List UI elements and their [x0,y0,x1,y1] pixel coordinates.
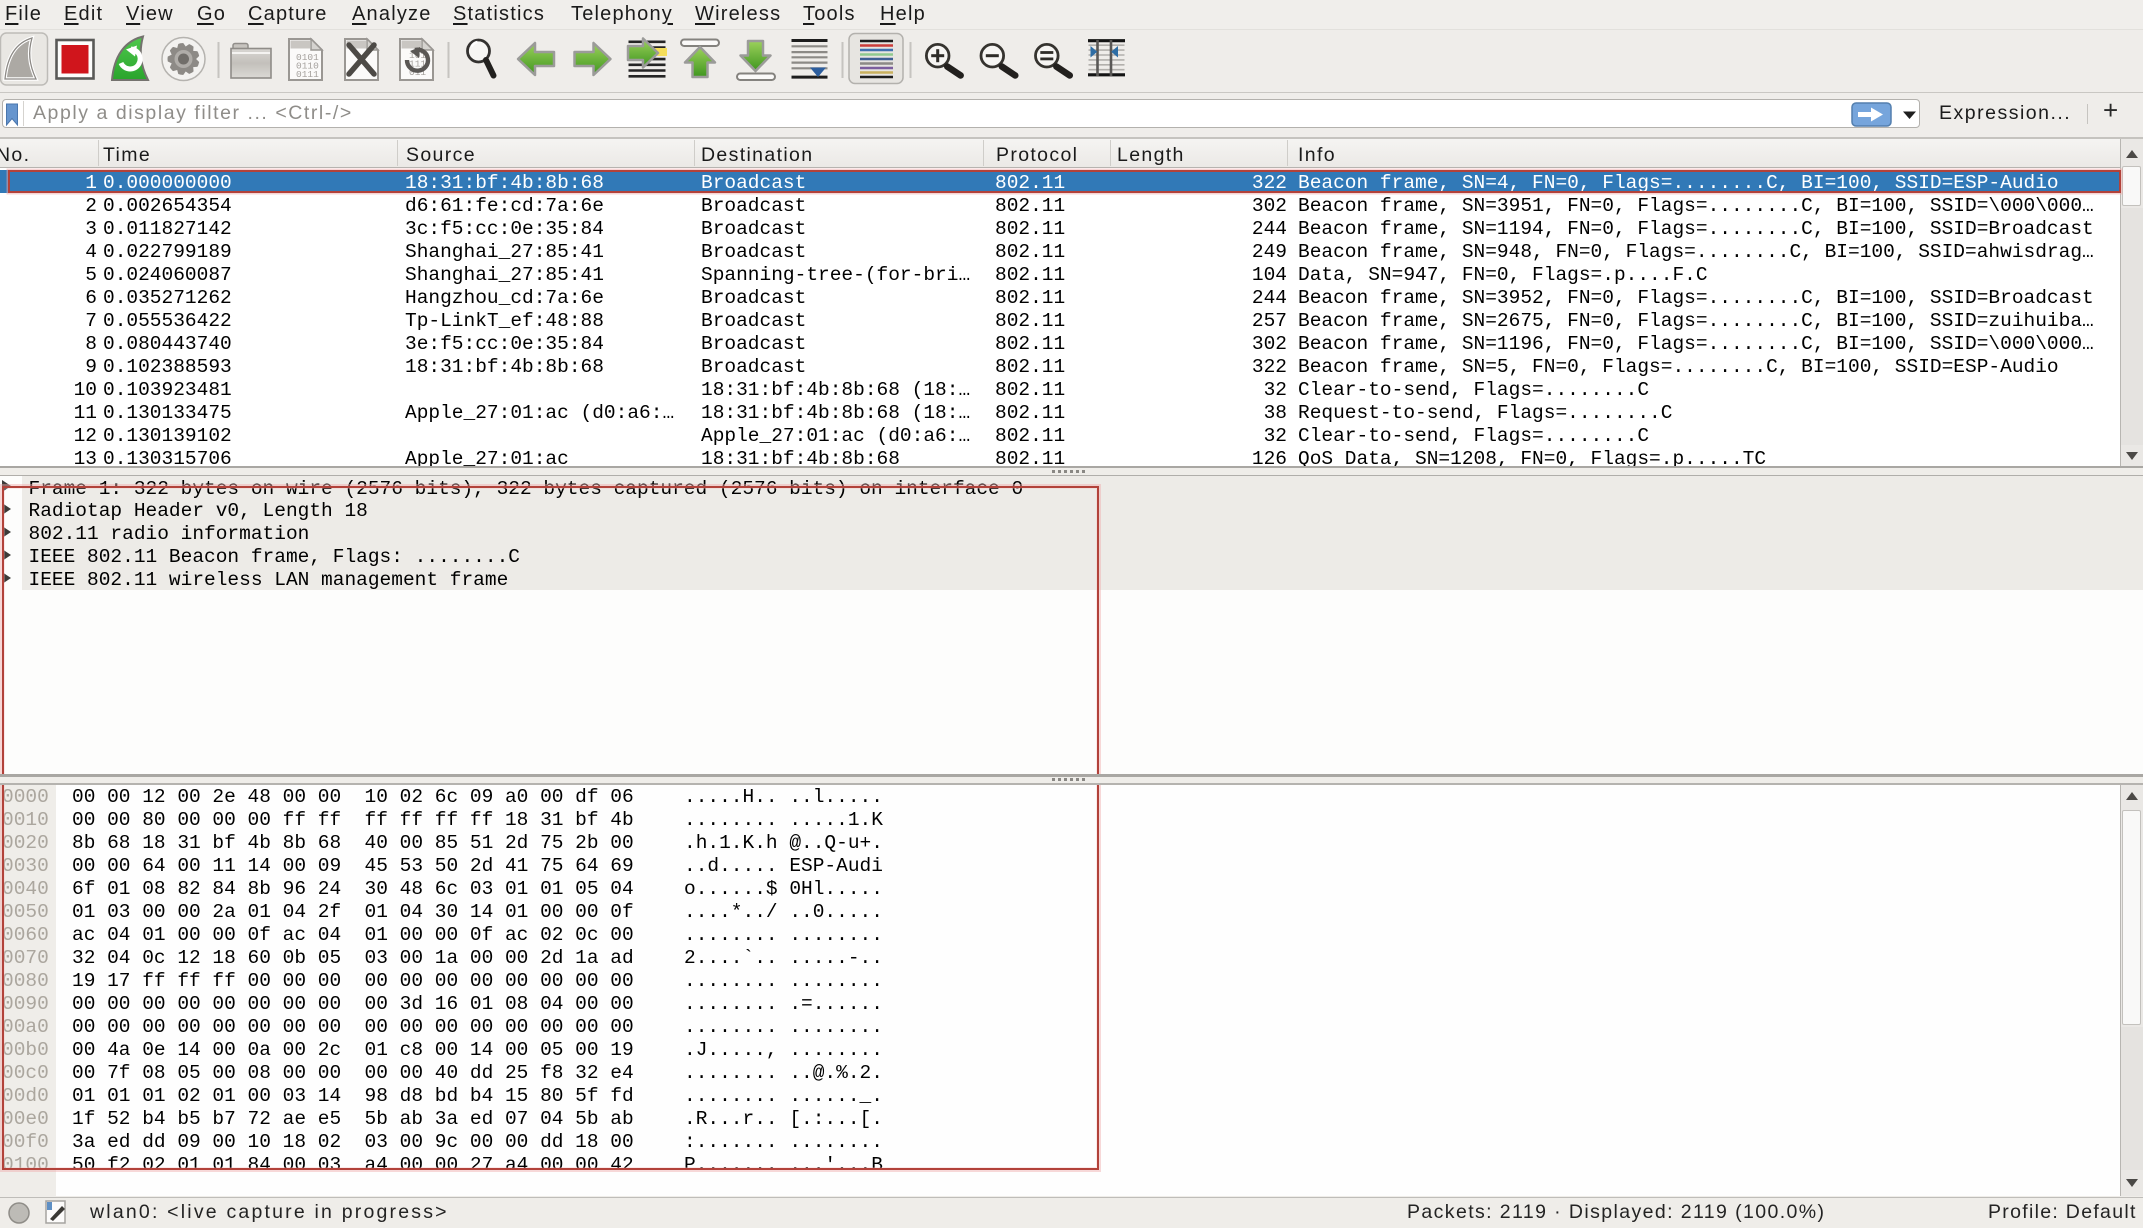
svg-text:0111: 0111 [296,69,319,80]
